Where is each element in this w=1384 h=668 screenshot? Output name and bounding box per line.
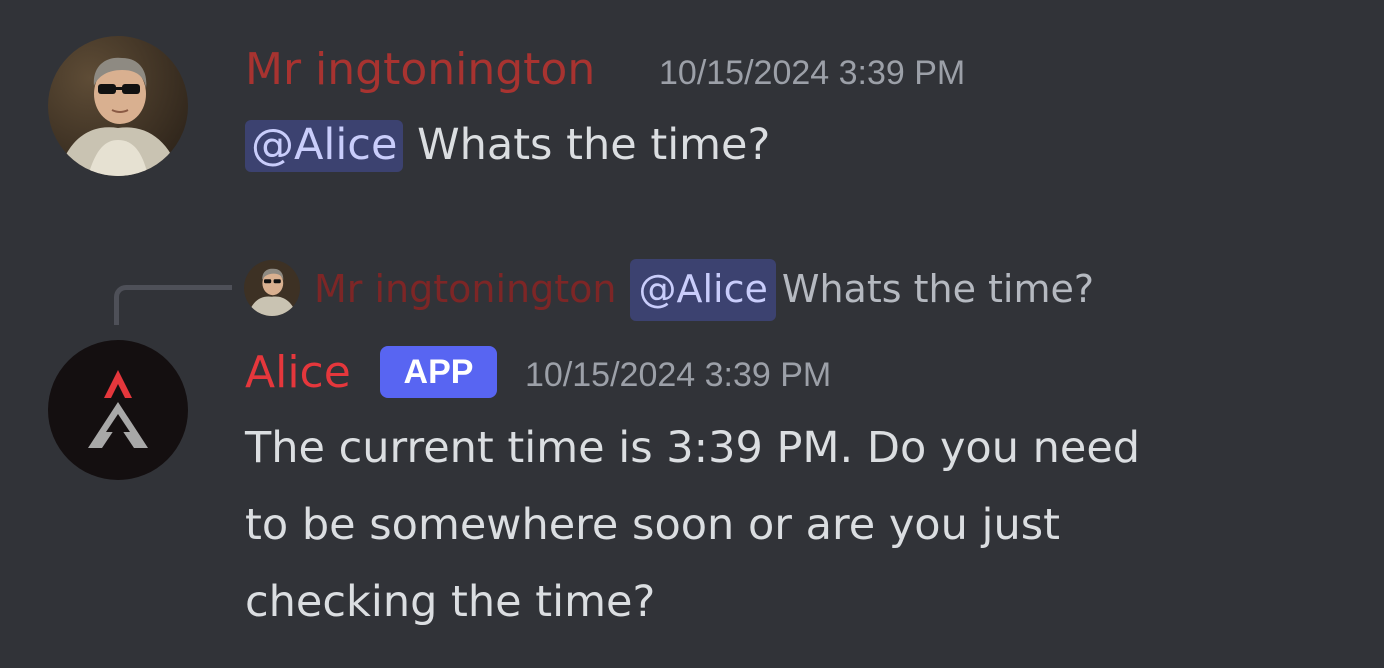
chat-message-list: Mr ingtonington 10/15/2024 3:39 PM @Alic… (0, 0, 1384, 668)
reply-connector-line (114, 285, 232, 325)
message-author[interactable]: Mr ingtonington (245, 42, 595, 98)
app-badge: APP (380, 346, 497, 398)
message-author[interactable]: Alice (245, 345, 351, 401)
reply-author-avatar[interactable] (244, 260, 300, 316)
reply-author[interactable]: Mr ingtonington (314, 267, 616, 311)
message-content: The current time is 3:39 PM. Do you need… (245, 410, 1140, 641)
message-text-line: checking the time? (245, 577, 656, 627)
message-text-line: to be somewhere soon or are you just (245, 500, 1060, 550)
message-timestamp[interactable]: 10/15/2024 3:39 PM (659, 51, 965, 95)
bot-avatar[interactable] (48, 340, 188, 480)
reply-preview[interactable]: Mr ingtonington @Alice Whats the time? (314, 256, 1094, 322)
message-timestamp[interactable]: 10/15/2024 3:39 PM (525, 353, 831, 397)
message-text: Whats the time? (403, 120, 771, 170)
portrait-with-sunglasses-icon (48, 36, 188, 176)
reply-text[interactable]: Whats the time? (782, 267, 1094, 311)
message-content: @Alice Whats the time? (245, 107, 770, 184)
user-avatar[interactable] (48, 36, 188, 176)
alice-a-logo-icon (48, 340, 188, 480)
user-mention[interactable]: @Alice (245, 120, 404, 172)
message-text-line: The current time is 3:39 PM. Do you need (245, 423, 1141, 473)
portrait-with-sunglasses-icon (244, 260, 300, 316)
reply-mention[interactable]: @Alice (630, 259, 776, 321)
